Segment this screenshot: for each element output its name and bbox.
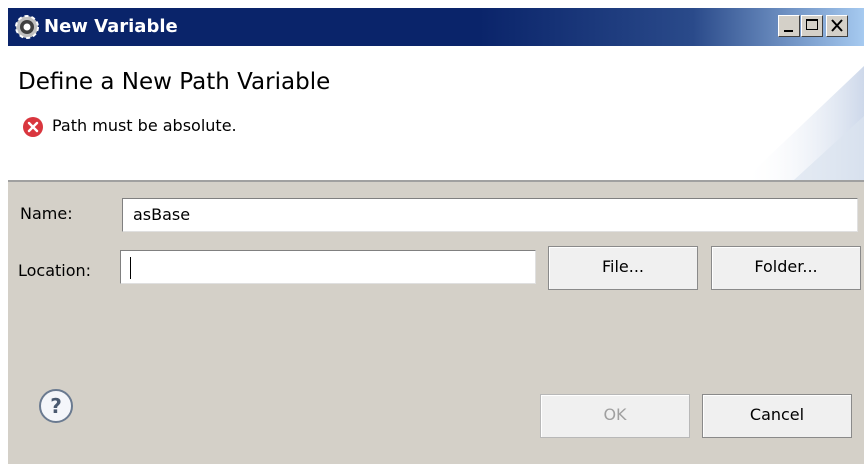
maximize-icon — [806, 19, 818, 30]
close-icon — [831, 19, 843, 32]
name-label: Name: — [20, 204, 73, 223]
title-bar[interactable]: New Variable — [8, 8, 864, 46]
window-title: New Variable — [44, 16, 178, 37]
new-variable-dialog: New Variable Define a New Path Variable … — [8, 8, 864, 464]
help-icon[interactable]: ? — [38, 388, 74, 424]
svg-text:?: ? — [50, 394, 62, 418]
location-field[interactable] — [120, 250, 536, 284]
folder-button[interactable]: Folder... — [711, 246, 861, 290]
header-decoration — [744, 66, 864, 180]
close-button[interactable] — [826, 15, 848, 37]
name-field[interactable]: asBase — [122, 198, 858, 232]
maximize-button[interactable] — [801, 15, 823, 37]
dialog-header: Define a New Path Variable Path must be … — [8, 46, 864, 182]
ok-button[interactable]: OK — [540, 394, 690, 438]
minimize-icon — [784, 30, 793, 32]
error-message: Path must be absolute. — [52, 116, 237, 135]
text-cursor — [130, 257, 131, 279]
dialog-heading: Define a New Path Variable — [18, 69, 331, 95]
minimize-button[interactable] — [778, 15, 800, 37]
error-icon — [23, 117, 43, 137]
gear-icon — [15, 15, 39, 39]
file-button[interactable]: File... — [548, 246, 698, 290]
cancel-button[interactable]: Cancel — [702, 394, 852, 438]
location-label: Location: — [18, 261, 92, 280]
